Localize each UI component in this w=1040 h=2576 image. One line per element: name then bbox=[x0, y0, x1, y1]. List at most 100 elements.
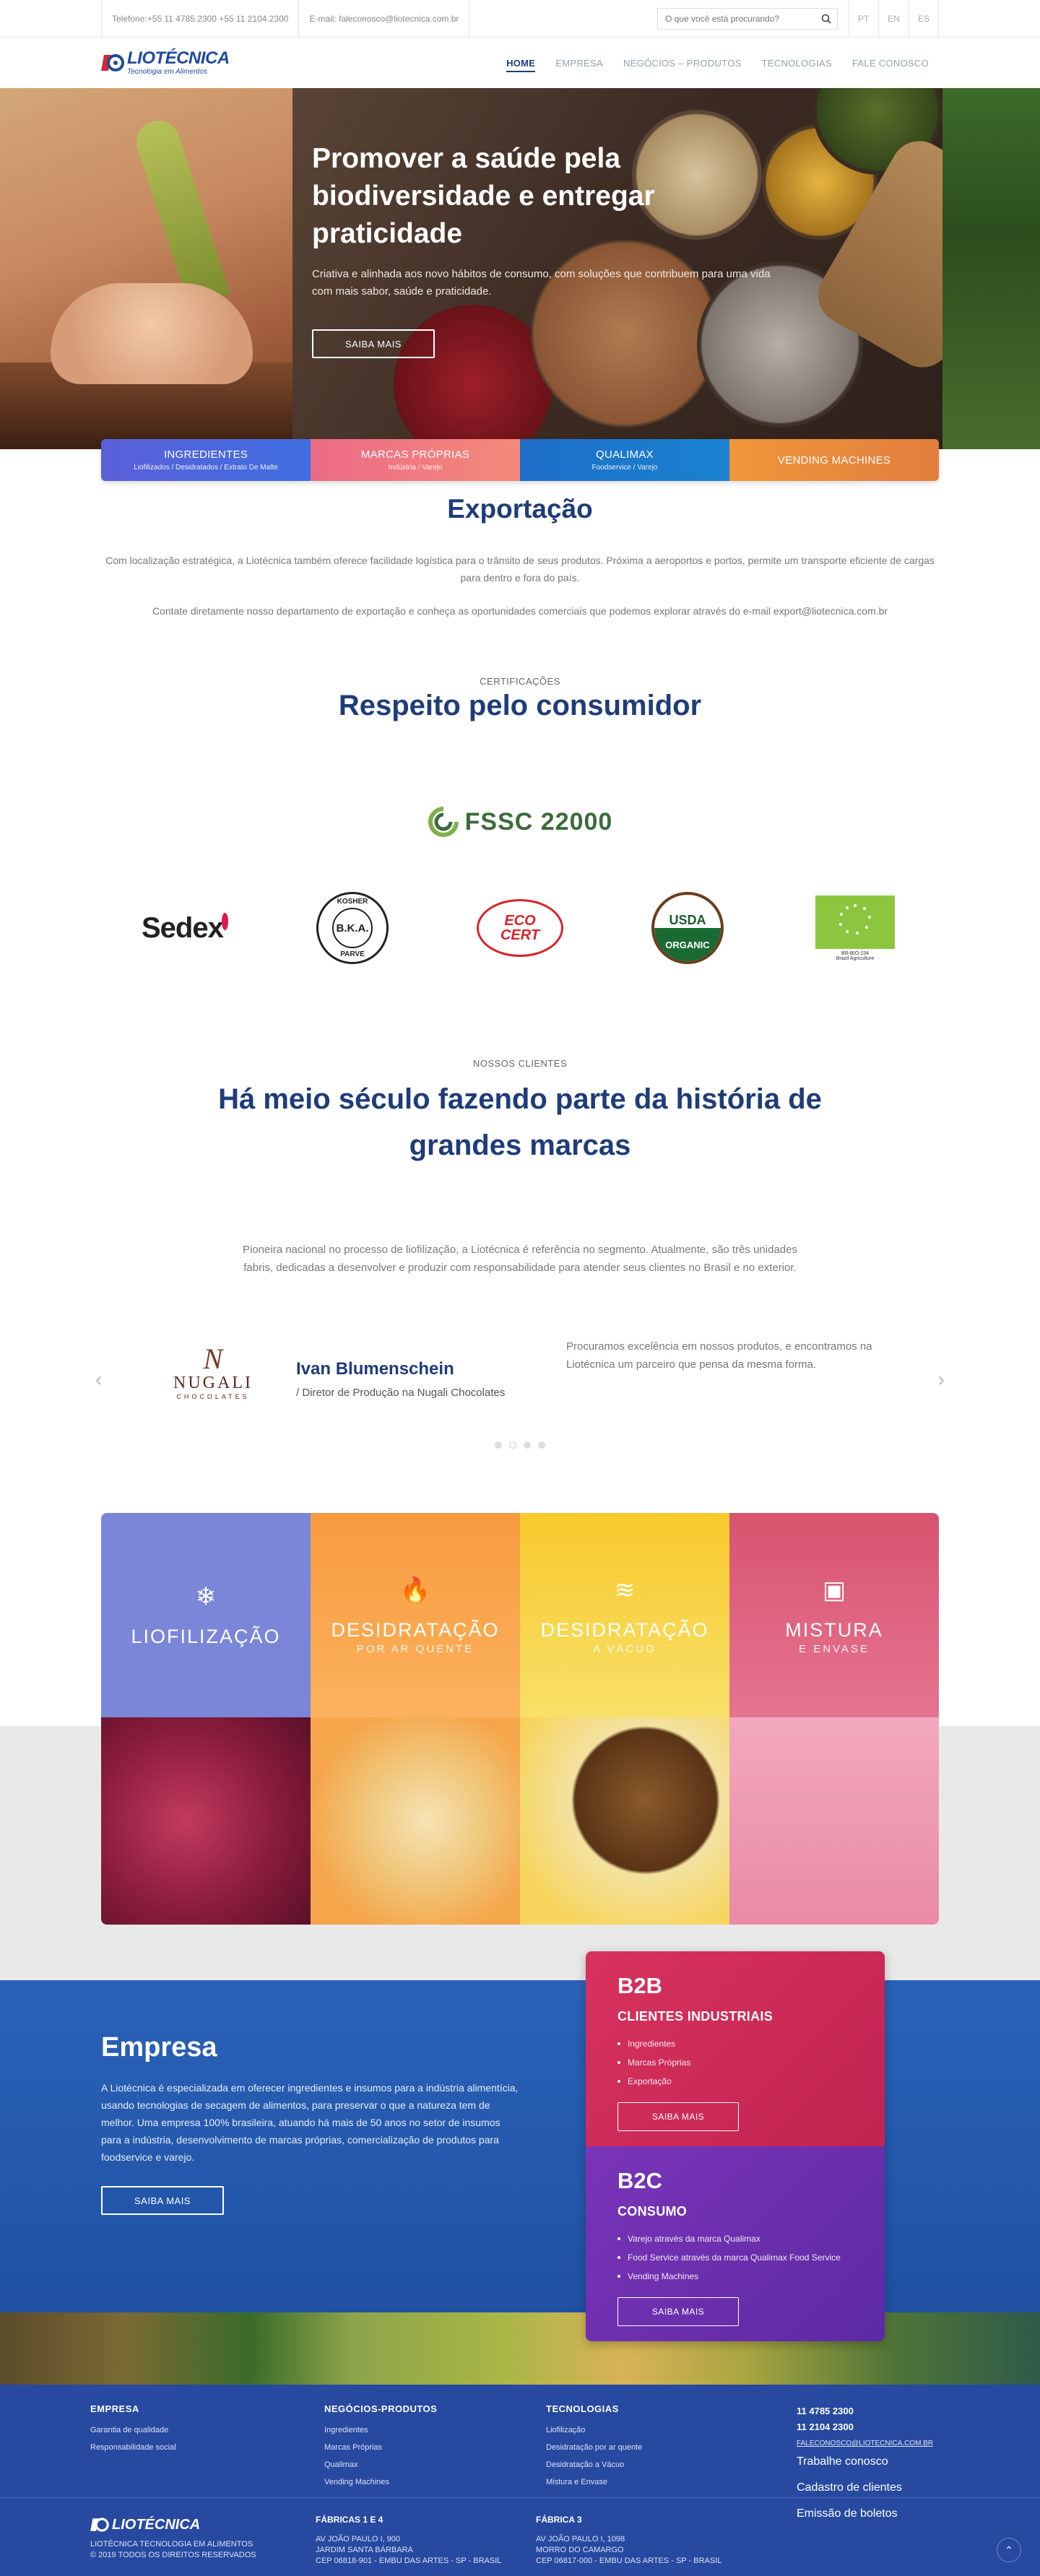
clients-title: Há meio século fazendo parte da história… bbox=[218, 1083, 822, 1161]
process-desidratacao-ar[interactable]: 🔥 DESIDRATAÇÃO POR AR QUENTE bbox=[311, 1513, 520, 1925]
footer-link[interactable]: Ingredientes bbox=[324, 2421, 437, 2439]
footer-col-empresa: EMPRESA Garantia de qualidade Responsabi… bbox=[90, 2403, 176, 2456]
hero-title: Promover a saúde pela biodiversidade e e… bbox=[312, 143, 655, 249]
ecocert-seal: ECO CERT bbox=[477, 888, 563, 968]
footer-brand-block: LIOTÉCNICA LIOTÉCNICA TECNOLOGIA EM ALIM… bbox=[90, 2516, 256, 2561]
carousel-prev-icon[interactable]: ‹ bbox=[95, 1368, 102, 1391]
empresa-title: Empresa bbox=[101, 2032, 217, 2063]
usda-organic-seal: USDA ORGANIC bbox=[644, 888, 731, 968]
phone-info: Telefone:+55 11 4785.2300 +55 11 2104.23… bbox=[101, 0, 300, 38]
footer-link[interactable]: Marcas Próprias bbox=[324, 2439, 437, 2456]
process-mistura-envase[interactable]: ▣ MISTURA E ENVASE bbox=[729, 1513, 939, 1925]
nugali-logo: N NUGALI CHOCOLATES bbox=[173, 1343, 253, 1401]
b2c-item[interactable]: Vending Machines bbox=[618, 2267, 853, 2286]
brand-name: LIOTÉCNICA bbox=[127, 48, 230, 68]
eu-leaf-icon bbox=[815, 895, 895, 949]
search-icon[interactable] bbox=[815, 9, 837, 29]
testimonial-carousel: ‹ N NUGALI CHOCOLATES Ivan Blumenschein … bbox=[95, 1337, 945, 1417]
b2c-card: B2C CONSUMO Varejo através da marca Qual… bbox=[586, 2146, 885, 2341]
b2b-item[interactable]: Marcas Próprias bbox=[618, 2053, 853, 2072]
b2b-subtitle: CLIENTES INDUSTRIAIS bbox=[618, 2009, 774, 2024]
carousel-dot[interactable] bbox=[538, 1441, 545, 1449]
business-cards: B2B CLIENTES INDUSTRIAIS Ingredientes Ma… bbox=[586, 1951, 885, 2341]
nav-tecnologias[interactable]: TECNOLOGIAS bbox=[752, 38, 842, 88]
footer-link[interactable]: Mistura e Envase bbox=[546, 2473, 642, 2491]
b2c-title: B2C bbox=[618, 2168, 663, 2193]
empresa-cta-button[interactable]: SAIBA MAIS bbox=[101, 2186, 224, 2215]
b2b-item[interactable]: Ingredientes bbox=[618, 2034, 853, 2053]
hero-cta-button[interactable]: SAIBA MAIS bbox=[312, 329, 435, 358]
lang-pt[interactable]: PT bbox=[848, 0, 878, 38]
footer-link-cadastro[interactable]: Cadastro de clientes bbox=[797, 2471, 933, 2505]
carousel-next-icon[interactable]: › bbox=[938, 1368, 945, 1391]
carousel-dot[interactable] bbox=[495, 1441, 502, 1449]
footer-phone-2[interactable]: 11 2104 2300 bbox=[797, 2419, 933, 2435]
b2b-item[interactable]: Exportação bbox=[618, 2072, 853, 2091]
clients-eyebrow: NOSSOS CLIENTES bbox=[472, 1058, 568, 1069]
carousel-dot-active[interactable] bbox=[509, 1441, 516, 1449]
footer-link[interactable]: Desidratação por ar quente bbox=[546, 2439, 642, 2456]
category-strip: INGREDIENTES Liofilizados / Desidratados… bbox=[101, 439, 939, 481]
footer-link[interactable]: Liofilização bbox=[546, 2421, 642, 2439]
footer-link[interactable]: Vending Machines bbox=[324, 2473, 437, 2491]
b2b-card: B2B CLIENTES INDUSTRIAIS Ingredientes Ma… bbox=[586, 1951, 885, 2146]
b2c-item[interactable]: Food Service através da marca Qualimax F… bbox=[618, 2248, 853, 2267]
footer-link[interactable]: Qualimax bbox=[324, 2456, 437, 2473]
process-liofilizacao[interactable]: ❄ LIOFILIZAÇÃO bbox=[101, 1513, 311, 1925]
main-header: LIOTÉCNICA Tecnologia em Alimentos HOME … bbox=[0, 38, 1040, 88]
flame-icon: 🔥 bbox=[399, 1576, 431, 1604]
b2b-cta-button[interactable]: SAIBA MAIS bbox=[618, 2102, 739, 2131]
footer-logo[interactable]: LIOTÉCNICA bbox=[90, 2516, 256, 2533]
clients-text: Pioneira nacional no processo de liofili… bbox=[243, 1244, 797, 1274]
carousel-dot[interactable] bbox=[524, 1441, 531, 1449]
hero-banner: Promover a saúde pela biodiversidade e e… bbox=[0, 88, 1040, 449]
carousel-dots bbox=[0, 1441, 1040, 1449]
eu-organic-seal: BR-BIO-154 Brazil Agriculture bbox=[812, 888, 898, 968]
nav-negocios[interactable]: NEGÓCIOS – PRODUTOS bbox=[613, 38, 752, 88]
footer-email-link[interactable]: FALECONOSCO@LIOTECNICA.COM.BR bbox=[797, 2435, 933, 2453]
email-info[interactable]: E-mail: faleconosco@liotecnica.com.br bbox=[299, 0, 470, 38]
process-desidratacao-vacuo[interactable]: ≋ DESIDRATAÇÃO A VÁCUO bbox=[520, 1513, 729, 1925]
site-footer: EMPRESA Garantia de qualidade Responsabi… bbox=[0, 2385, 1040, 2576]
footer-link[interactable]: Responsabilidade social bbox=[90, 2439, 176, 2456]
search-box bbox=[657, 8, 838, 30]
b2c-item[interactable]: Varejo através da marca Qualimax bbox=[618, 2229, 853, 2248]
back-to-top-icon[interactable]: ⌃ bbox=[997, 2538, 1021, 2562]
footer-link-trabalhe[interactable]: Trabalhe conosco bbox=[797, 2453, 933, 2471]
category-qualimax[interactable]: QUALIMAX Foodservice / Varejo bbox=[520, 439, 729, 481]
category-marcas-proprias[interactable]: MARCAS PRÓPRIAS Indústria / Varejo bbox=[311, 439, 520, 481]
dried-fruit-image bbox=[311, 1717, 520, 1925]
footer-col-tecnologias: TECNOLOGIAS Liofilização Desidratação po… bbox=[546, 2403, 642, 2491]
footer-copyright: © 2019 TODOS OS DIREITOS RESERVADOS bbox=[90, 2551, 256, 2559]
main-nav: HOME EMPRESA NEGÓCIOS – PRODUTOS TECNOLO… bbox=[496, 38, 939, 88]
cert-title: Respeito pelo consumidor bbox=[338, 690, 702, 721]
fssc-logo: FSSC 22000 bbox=[0, 806, 1040, 838]
search-input[interactable] bbox=[658, 9, 815, 29]
hero-subtitle: Criativa e alinhada aos novo hábitos de … bbox=[312, 268, 771, 298]
testimonial-name: Ivan Blumenschein bbox=[296, 1359, 454, 1379]
nav-home[interactable]: HOME bbox=[496, 38, 545, 88]
brand-logo[interactable]: LIOTÉCNICA Tecnologia em Alimentos bbox=[101, 50, 230, 76]
footer-link[interactable]: Garantia de qualidade bbox=[90, 2421, 176, 2439]
footer-col-negocios: NEGÓCIOS-PRODUTOS Ingredientes Marcas Pr… bbox=[324, 2403, 437, 2491]
export-title: Exportação bbox=[447, 494, 593, 524]
sedex-logo: Sedex bbox=[142, 888, 228, 968]
b2c-cta-button[interactable]: SAIBA MAIS bbox=[618, 2297, 739, 2326]
footer-link-boletos[interactable]: Emissão de boletos bbox=[797, 2505, 933, 2523]
fssc-icon bbox=[428, 807, 459, 837]
hero-text: Promover a saúde pela biodiversidade e e… bbox=[312, 140, 781, 358]
raspberry-image bbox=[101, 1717, 311, 1925]
nav-empresa[interactable]: EMPRESA bbox=[545, 38, 613, 88]
footer-divider bbox=[0, 2497, 1040, 2498]
lang-en[interactable]: EN bbox=[878, 0, 909, 38]
export-text-2: Contate diretamente nosso departamento d… bbox=[152, 605, 888, 617]
footer-link[interactable]: Desidratação a Vácuo bbox=[546, 2456, 642, 2473]
cert-seals: Sedex KOSHER B.K.A. PARVE ECO CERT USDA … bbox=[101, 888, 939, 968]
clients-section: NOSSOS CLIENTES Há meio século fazendo p… bbox=[0, 1058, 1040, 1449]
category-ingredientes[interactable]: INGREDIENTES Liofilizados / Desidratados… bbox=[101, 439, 311, 481]
coffee-image bbox=[520, 1717, 729, 1925]
nav-fale-conosco[interactable]: FALE CONOSCO bbox=[842, 38, 939, 88]
lang-es[interactable]: ES bbox=[909, 0, 939, 38]
category-vending-machines[interactable]: VENDING MACHINES bbox=[729, 439, 939, 481]
footer-phone-1[interactable]: 11 4785 2300 bbox=[797, 2403, 933, 2419]
